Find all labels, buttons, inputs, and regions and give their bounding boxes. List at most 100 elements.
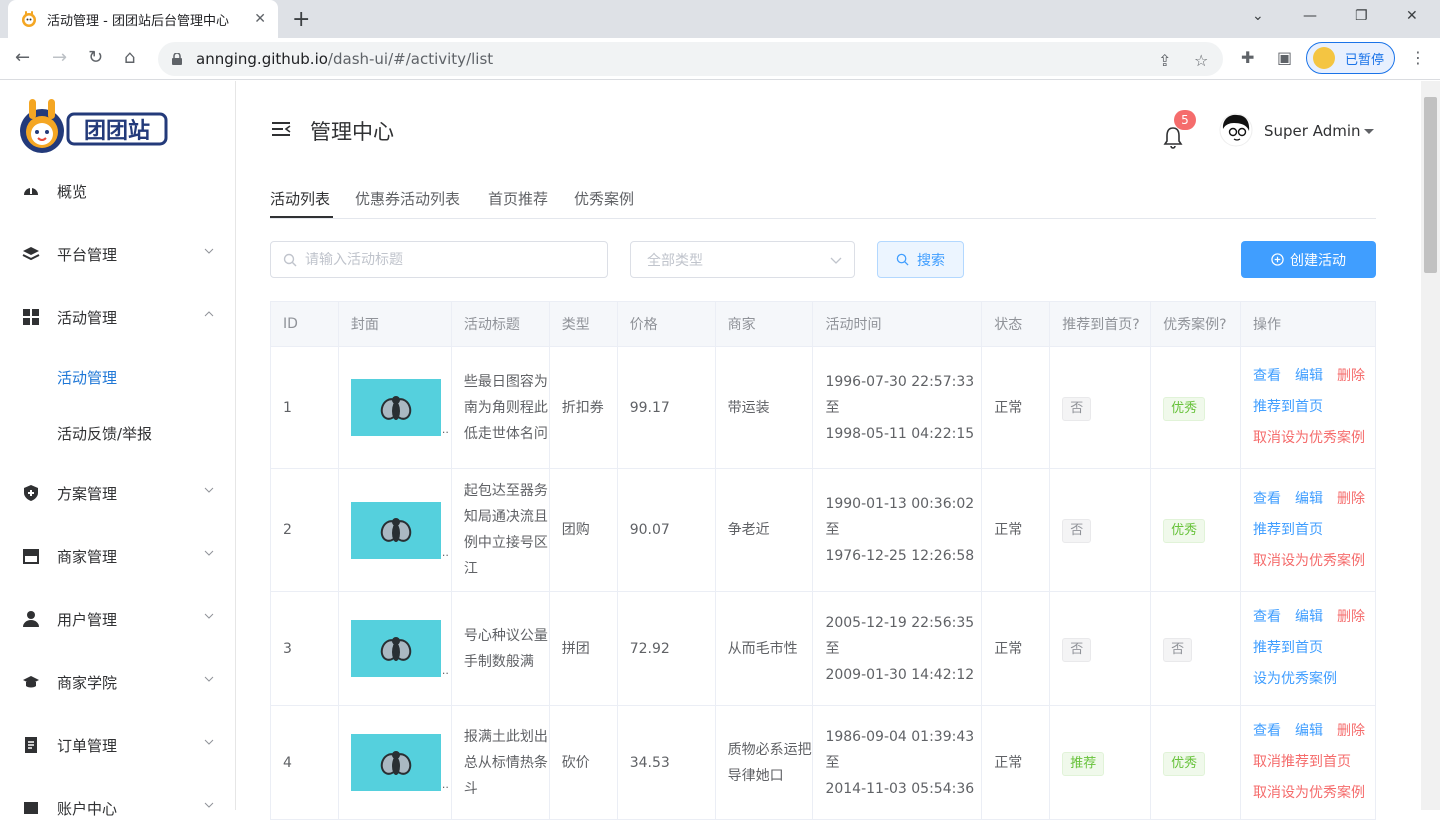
sidebar-item-academy[interactable]: 商家学院	[0, 662, 236, 702]
chevron-down-icon	[204, 739, 214, 745]
time-sep: 至	[825, 522, 840, 538]
close-icon[interactable]: ✕	[254, 11, 266, 27]
cell-cover: ..	[338, 705, 452, 820]
cell-merchant: 带运装	[715, 346, 814, 469]
sidebar-item-orders[interactable]: 订单管理	[0, 725, 236, 765]
sidebar-item-label: 商家管理	[57, 547, 118, 566]
sidebar-item-user[interactable]: 用户管理	[0, 599, 236, 639]
fly-icon	[380, 395, 412, 420]
tab-excellent-cases[interactable]: 优秀案例	[574, 188, 634, 209]
delete-link[interactable]: 删除	[1337, 716, 1365, 747]
cover-image[interactable]	[350, 379, 441, 436]
chevron-down-icon	[204, 676, 214, 682]
tab-home-recommend[interactable]: 首页推荐	[488, 188, 548, 209]
recommend-link[interactable]: 推荐到首页	[1253, 515, 1375, 546]
delete-link[interactable]: 删除	[1337, 484, 1365, 515]
sidebar-item-overview[interactable]: 概览	[0, 171, 236, 211]
url-host: annging.github.io	[196, 50, 328, 68]
tab-activity-list[interactable]: 活动列表	[270, 188, 330, 209]
sidebar-item-merchant[interactable]: 商家管理	[0, 536, 236, 576]
edit-link[interactable]: 编辑	[1295, 602, 1323, 633]
recommend-link[interactable]: 取消推荐到首页	[1253, 747, 1375, 778]
address-bar[interactable]: annging.github.io/dash-ui/#/activity/lis…	[158, 42, 1223, 76]
type-select[interactable]: 全部类型	[630, 241, 855, 278]
page-scrollbar[interactable]	[1421, 81, 1440, 810]
sidebar-item-plan[interactable]: 方案管理	[0, 473, 236, 513]
browser-tab[interactable]: 活动管理 - 团团站后台管理中心 ✕	[8, 0, 278, 38]
cell-cover: ..	[338, 346, 452, 469]
recommend-link[interactable]: 推荐到首页	[1253, 633, 1375, 664]
column-header: 状态	[981, 301, 1051, 347]
window-close-icon[interactable]: ✕	[1406, 8, 1418, 24]
tab-search-icon[interactable]: ⌄	[1252, 8, 1264, 24]
layers-icon	[22, 247, 40, 261]
cell-status: 正常	[981, 468, 1051, 592]
home-icon[interactable]: ⌂	[124, 47, 135, 68]
menu-dots-icon[interactable]: ⋮	[1410, 48, 1426, 67]
extensions-icon[interactable]: ✚	[1241, 48, 1254, 67]
cover-image[interactable]	[350, 734, 441, 791]
cell-recommend: 否	[1049, 468, 1152, 592]
cell-time: 1996-07-30 22:57:33 至 1998-05-11 04:22:1…	[812, 346, 983, 469]
excellent-link[interactable]: 取消设为优秀案例	[1253, 546, 1375, 577]
cell-title: 号心种议公量手制数般满	[451, 591, 550, 706]
store-icon	[23, 549, 39, 564]
cell-recommend: 推荐	[1049, 705, 1152, 820]
menu-toggle-icon[interactable]	[271, 121, 291, 137]
delete-link[interactable]: 删除	[1337, 361, 1365, 392]
minimize-icon[interactable]: —	[1303, 8, 1317, 24]
cell-id: 1	[270, 346, 339, 469]
scrollbar-thumb[interactable]	[1424, 97, 1437, 273]
new-tab-icon[interactable]: +	[292, 7, 310, 32]
cell-price: 99.17	[617, 346, 716, 469]
column-header: ID	[270, 301, 339, 347]
submenu-item-feedback[interactable]: 活动反馈/举报	[0, 413, 236, 453]
back-icon[interactable]: ←	[15, 47, 30, 68]
avatar[interactable]	[1219, 113, 1253, 147]
time-start: 1996-07-30 22:57:33	[825, 373, 975, 390]
view-link[interactable]: 查看	[1253, 602, 1281, 633]
document-icon	[25, 737, 37, 753]
view-link[interactable]: 查看	[1253, 361, 1281, 392]
cell-time: 1986-09-04 01:39:43 至 2014-11-03 05:54:3…	[812, 705, 983, 820]
delete-link[interactable]: 删除	[1337, 602, 1365, 633]
edit-link[interactable]: 编辑	[1295, 361, 1323, 392]
recommend-link[interactable]: 推荐到首页	[1253, 392, 1375, 423]
url-path: /dash-ui/#/activity/list	[327, 50, 494, 68]
submenu-item-activity-list[interactable]: 活动管理	[0, 357, 236, 397]
recommend-tag: 否	[1062, 519, 1092, 543]
time-end: 2014-11-03 05:54:36	[825, 780, 975, 797]
column-header: 价格	[617, 301, 716, 347]
cover-image[interactable]	[350, 501, 441, 559]
excellent-link[interactable]: 设为优秀案例	[1253, 664, 1375, 695]
excellent-link[interactable]: 取消设为优秀案例	[1253, 778, 1375, 809]
tab-coupon-activity-list[interactable]: 优惠券活动列表	[355, 188, 460, 209]
column-header: 优秀案例?	[1150, 301, 1241, 347]
excellent-link[interactable]: 取消设为优秀案例	[1253, 423, 1375, 454]
column-header: 类型	[549, 301, 618, 347]
sidebar-item-platform[interactable]: 平台管理	[0, 234, 236, 274]
search-input[interactable]	[305, 251, 585, 268]
reload-icon[interactable]: ↻	[88, 47, 103, 68]
cell-excellent: 否	[1150, 591, 1241, 706]
caret-down-icon[interactable]	[1364, 129, 1374, 134]
cell-merchant: 质物必系运把导律她口	[715, 705, 814, 820]
user-name[interactable]: Super Admin	[1264, 122, 1361, 140]
edit-link[interactable]: 编辑	[1295, 484, 1323, 515]
profile-button[interactable]: 已暂停	[1306, 42, 1395, 74]
side-panel-icon[interactable]: ▣	[1277, 48, 1292, 67]
view-link[interactable]: 查看	[1253, 484, 1281, 515]
share-icon[interactable]: ⇪	[1158, 51, 1171, 70]
search-button[interactable]: 搜索	[877, 241, 964, 278]
create-activity-button[interactable]: 创建活动	[1241, 241, 1376, 278]
cover-image[interactable]	[350, 620, 441, 677]
search-input-wrapper[interactable]	[270, 241, 608, 278]
view-link[interactable]: 查看	[1253, 716, 1281, 747]
forward-icon[interactable]: →	[52, 47, 67, 68]
logo[interactable]: 团团站	[16, 97, 176, 157]
star-icon[interactable]: ☆	[1194, 51, 1208, 70]
restore-icon[interactable]: ❐	[1355, 8, 1368, 24]
edit-link[interactable]: 编辑	[1295, 716, 1323, 747]
sidebar-item-activity[interactable]: 活动管理	[0, 297, 236, 337]
sidebar-item-account[interactable]: 账户中心	[0, 788, 236, 828]
